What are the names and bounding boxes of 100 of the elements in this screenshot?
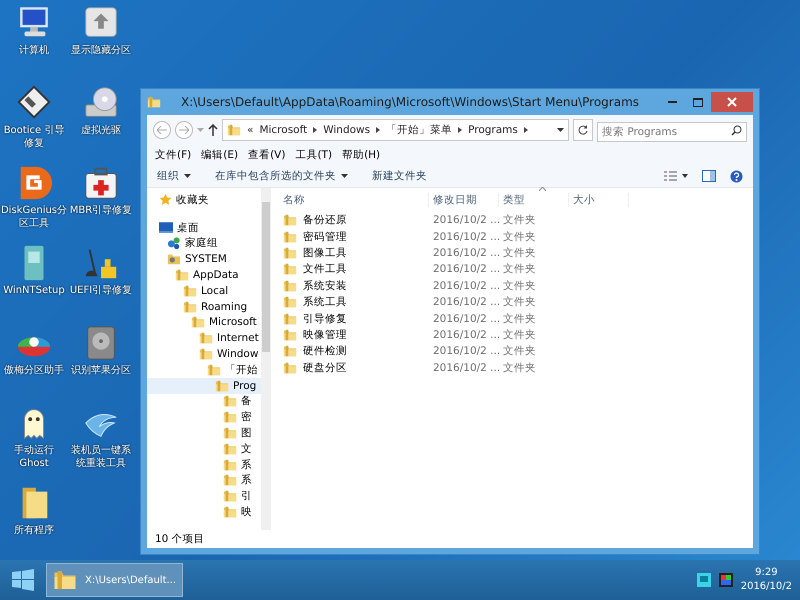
address-segment[interactable]: 「开始」菜单 — [386, 123, 452, 137]
back-arrow-icon — [157, 126, 167, 134]
toolbar-button[interactable]: 组织 — [157, 169, 191, 183]
tree-item[interactable]: Prog — [147, 378, 261, 394]
column-header[interactable]: 修改日期 — [429, 193, 499, 207]
tree-item[interactable]: 引 — [147, 488, 261, 504]
tree-item[interactable]: 映 — [147, 504, 261, 520]
desktop-icon-label[interactable]: 计算机 — [19, 44, 49, 57]
tree-item[interactable]: SYSTEM — [147, 251, 261, 268]
column-header[interactable]: 大小 — [569, 193, 629, 207]
chevron-icon[interactable] — [313, 127, 318, 133]
file-name[interactable]: 系统安装 — [303, 278, 347, 293]
address-folder-icon — [227, 123, 241, 137]
homegroup-icon — [167, 236, 181, 250]
column-header[interactable]: 名称 — [279, 193, 429, 207]
tree-item[interactable]: 家庭组 — [147, 236, 261, 252]
date-cell-text: 2016/10/2 ... — [432, 296, 499, 308]
menu-item[interactable]: 文件(F) — [155, 148, 192, 162]
date-cell-text: 2016/10/2 ... — [432, 280, 499, 292]
chevron-icon[interactable] — [524, 127, 528, 133]
address-segment[interactable]: Windows — [323, 124, 370, 136]
up-arrow-icon[interactable] — [208, 124, 218, 136]
folder-icon — [283, 278, 297, 293]
menu-item[interactable]: 查看(V) — [248, 148, 286, 162]
desktop-icon-label[interactable]: 傲梅分区助手 — [4, 364, 64, 377]
folder-icon — [175, 268, 189, 282]
folder-icon — [223, 442, 237, 456]
menu-item[interactable]: 工具(T) — [295, 148, 332, 162]
desktop-icon-label[interactable]: WinNTSetup — [3, 284, 65, 297]
tree-item[interactable]: 收藏夹 — [147, 192, 261, 208]
desktop-icon-label[interactable]: 所有程序 — [14, 524, 54, 537]
toolbar-button[interactable]: 在库中包含所选的文件夹 — [215, 169, 348, 183]
type-cell-text: 文件夹 — [502, 246, 537, 260]
tree-item[interactable]: 图 — [147, 425, 261, 441]
tree-item[interactable]: 桌面 — [147, 220, 261, 236]
desktop-icon-label[interactable]: 识别苹果分区 — [71, 364, 131, 377]
tree-item[interactable]: Internet — [147, 330, 261, 346]
taskbar-folder-icon — [53, 568, 77, 592]
folder-icon — [283, 344, 297, 358]
help-icon[interactable] — [730, 170, 743, 182]
desktop-icon-label[interactable]: 显示隐藏分区 — [71, 44, 131, 57]
desktop-icon-label[interactable]: UEFI引导修复 — [70, 284, 132, 297]
file-name[interactable]: 引导修复 — [303, 312, 347, 326]
menu-item[interactable]: 帮助(H) — [342, 148, 380, 162]
toolbar-button[interactable]: 新建文件夹 — [372, 169, 427, 183]
tree-item[interactable]: Microsoft — [147, 314, 261, 330]
tray-display-icon[interactable] — [718, 573, 733, 587]
type-cell-text: 文件夹 — [502, 262, 537, 276]
desktop-icon-label[interactable]: 虚拟光驱 — [81, 124, 121, 137]
caret-icon — [341, 174, 348, 178]
file-name[interactable]: 图像工具 — [303, 246, 347, 260]
tree-item[interactable]: 系 — [147, 456, 261, 473]
view-options-icon[interactable] — [664, 171, 688, 181]
folder-icon — [207, 362, 221, 377]
preview-pane-icon[interactable] — [702, 170, 716, 182]
tree-item[interactable]: AppData — [147, 267, 261, 283]
address-segment[interactable]: Programs — [468, 124, 518, 136]
file-name[interactable]: 备份还原 — [303, 213, 347, 228]
caret-icon — [557, 128, 564, 132]
address-field[interactable]: « Microsoft Windows 「开始」菜单 Programs — [222, 119, 569, 141]
folder-icon — [199, 331, 213, 346]
close-button[interactable] — [711, 92, 753, 112]
folder-icon — [283, 312, 297, 326]
tree-item[interactable]: Window — [147, 346, 261, 362]
chevron-icon[interactable] — [458, 127, 462, 133]
address-overflow[interactable]: « — [247, 124, 254, 136]
tray-network-icon[interactable] — [696, 573, 711, 587]
file-name[interactable]: 硬盘分区 — [303, 360, 347, 375]
desktop-icon-label[interactable]: 装机员一键系统重装工具 — [68, 444, 134, 470]
tree-scrollbar[interactable] — [261, 188, 271, 530]
file-name[interactable]: 系统工具 — [303, 295, 347, 310]
menu-item[interactable]: 编辑(E) — [201, 148, 238, 162]
column-header[interactable]: 类型 — [499, 193, 569, 207]
file-name[interactable]: 密码管理 — [303, 230, 347, 244]
tree-item[interactable]: 系 — [147, 472, 261, 488]
tree-item[interactable]: 备 — [147, 394, 261, 410]
file-name[interactable]: 文件工具 — [303, 262, 347, 276]
desktop-icon-label[interactable]: Bootice 引导修复 — [0, 124, 68, 150]
clock[interactable]: 9:29 2016/10/2 — [740, 566, 792, 594]
folder-icon — [283, 295, 297, 310]
tree-item[interactable]: 「开始 — [147, 362, 261, 378]
address-segment[interactable]: Microsoft — [259, 124, 308, 136]
tree-item[interactable]: Roaming — [147, 298, 261, 315]
tree-item[interactable]: 密 — [147, 409, 261, 426]
chevron-icon[interactable] — [376, 127, 380, 133]
maximize-icon — [693, 98, 703, 106]
search-field[interactable]: 搜索 Programs — [597, 122, 747, 142]
desktop-icon-label[interactable]: 手动运行Ghost — [0, 444, 68, 470]
tree-item[interactable]: 文 — [147, 440, 261, 457]
date-cell-text: 2016/10/2 ... — [432, 214, 499, 226]
status-text: 10 个项目 — [154, 532, 206, 547]
folder-icon — [283, 360, 297, 375]
desktop-icon-label[interactable]: MBR引导修复 — [70, 204, 132, 217]
file-name[interactable]: 映像管理 — [303, 328, 347, 342]
refresh-button[interactable] — [573, 119, 593, 141]
folder-icon — [215, 378, 229, 393]
file-name[interactable]: 硬件检测 — [303, 344, 347, 358]
tree-item[interactable]: Local — [147, 282, 261, 299]
desktop-icon-label[interactable]: DiskGenius分区工具 — [0, 204, 68, 230]
type-cell-text: 文件夹 — [502, 213, 537, 228]
